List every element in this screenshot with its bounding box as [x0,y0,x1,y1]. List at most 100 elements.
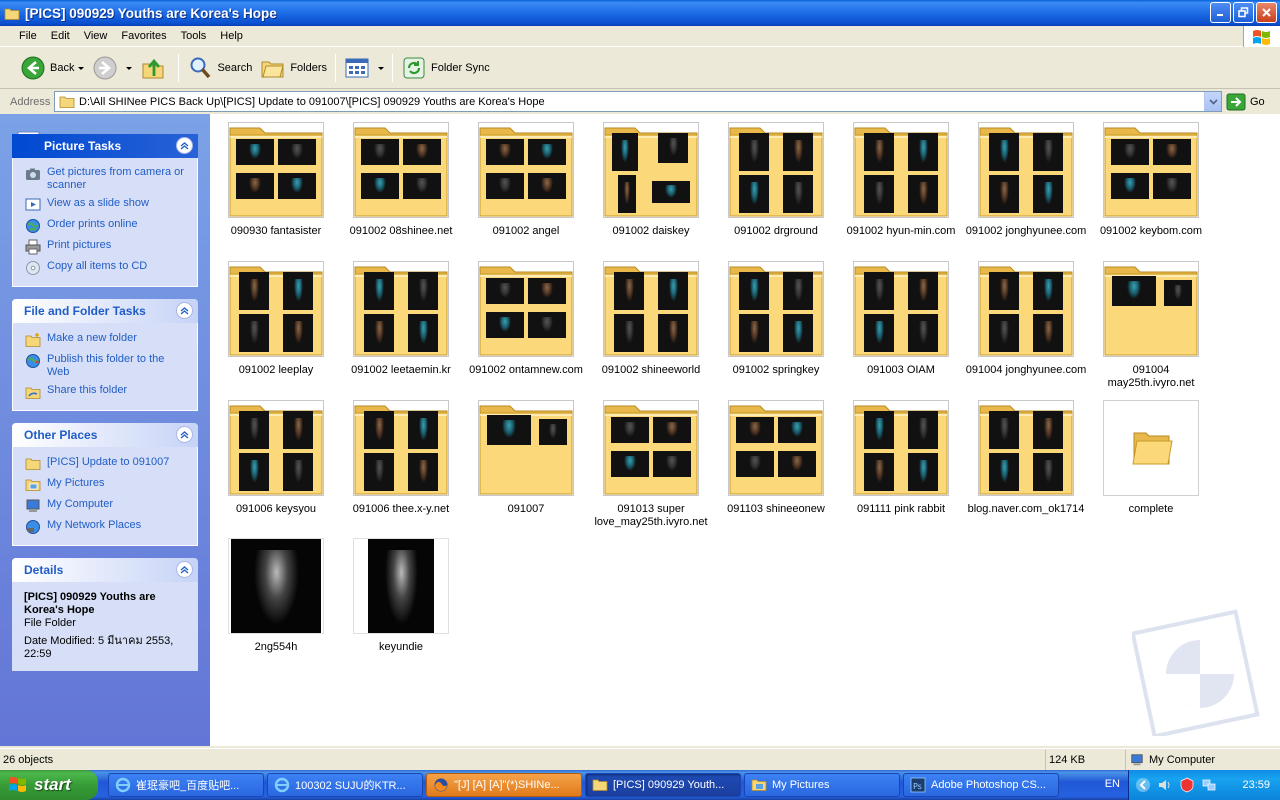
chevron-up-icon[interactable] [176,137,193,154]
folder-thumbnail[interactable]: 091002 jonghyunee.com [964,122,1088,238]
folder-thumbnail[interactable]: 091002 leetaemin.kr [339,261,463,377]
folder-thumbnail[interactable]: 091002 angel [464,122,588,238]
folder-thumbnail[interactable]: 091002 hyun-min.com [839,122,963,238]
picture-tasks-header[interactable]: Picture Tasks [12,134,198,158]
folder-thumbnail[interactable]: 091004 may25th.ivyro.net [1089,261,1213,390]
taskbar-button-label: Adobe Photoshop CS... [931,779,1046,791]
photo-preview [283,272,313,310]
folder-thumbnail[interactable]: 091002 drground [714,122,838,238]
folder-thumbnail[interactable]: 091002 leeplay [214,261,338,377]
printer-icon [25,239,41,255]
title-bar[interactable]: [PICS] 090929 Youths are Korea's Hope [0,0,1280,26]
tray-arrow-icon[interactable] [1135,777,1151,793]
task-copy-to-cd[interactable]: Copy all items to CD [25,260,187,276]
photo-preview [989,314,1019,352]
folder-thumbnail[interactable]: complete [1089,400,1213,516]
task-publish-web[interactable]: Publish this folder to the Web [25,353,187,379]
folder-thumbnail[interactable]: 091002 shineeworld [589,261,713,377]
folder-sync-button[interactable]: Folder Sync [397,52,494,84]
photo-preview [1153,173,1191,199]
photo-preview [239,453,269,491]
image-thumbnail[interactable]: 2ng554h [214,538,338,654]
up-button[interactable] [136,52,174,84]
taskbar-button[interactable]: "[J] [A] [A]"(*)SHINe... [426,773,582,797]
task-get-pictures[interactable]: Get pictures from camera or scanner [25,166,187,192]
start-button[interactable]: start [0,770,98,800]
file-list-view[interactable]: 090930 fantasister 091002 08shinee.net 091… [210,114,1280,746]
folder-thumbnail[interactable]: 091111 pink rabbit [839,400,963,516]
forward-button[interactable] [88,52,136,84]
photo-preview [1033,314,1063,352]
other-places-header[interactable]: Other Places [12,423,198,447]
close-button[interactable] [1256,2,1277,23]
back-button[interactable]: Back [16,52,88,84]
menu-edit[interactable]: Edit [44,28,77,44]
taskbar-button[interactable]: My Pictures [744,773,900,797]
file-folder-tasks-header[interactable]: File and Folder Tasks [12,299,198,323]
task-new-folder[interactable]: Make a new folder [25,332,187,348]
item-label: 090930 fantasister [230,225,322,237]
menu-favorites[interactable]: Favorites [114,28,173,44]
restore-button[interactable] [1233,2,1254,23]
folder-thumbnail[interactable]: 091006 thee.x-y.net [339,400,463,516]
folder-thumbnail[interactable]: 091002 springkey [714,261,838,377]
system-tray: 23:59 [1128,770,1280,800]
language-indicator[interactable]: EN [1105,778,1120,790]
folder-thumbnail[interactable]: 091004 jonghyunee.com [964,261,1088,377]
item-label: 091002 jonghyunee.com [965,225,1087,237]
taskbar-button[interactable]: [PICS] 090929 Youth... [585,773,741,797]
forward-dropdown-icon[interactable] [126,66,133,70]
network-tray-icon[interactable] [1201,777,1217,793]
task-slide-show[interactable]: View as a slide show [25,197,187,213]
item-label: 091004 jonghyunee.com [965,364,1087,376]
folder-thumbnail[interactable]: 090930 fantasister [214,122,338,238]
folder-thumbnail[interactable]: 091002 daiskey [589,122,713,238]
search-button[interactable]: Search [183,52,256,84]
task-share-folder[interactable]: Share this folder [25,384,187,400]
thumbnail-frame [978,122,1074,218]
address-input[interactable]: D:\All SHINee PICS Back Up\[PICS] Update… [54,91,1222,112]
folder-thumbnail[interactable]: 091003 OIAM [839,261,963,377]
toolbar-separator [335,54,337,82]
folder-thumbnail[interactable]: 091007 [464,400,588,516]
menu-view[interactable]: View [77,28,115,44]
folder-thumbnail[interactable]: 091103 shineeonew [714,400,838,516]
back-dropdown-icon[interactable] [78,66,85,70]
task-order-prints[interactable]: Order prints online [25,218,187,234]
task-print-pictures[interactable]: Print pictures [25,239,187,255]
folder-thumbnail[interactable]: 091002 keybom.com [1089,122,1213,238]
image-thumbnail[interactable]: keyundie [339,538,463,654]
photo-preview [908,133,938,171]
menu-file[interactable]: File [12,28,44,44]
minimize-button[interactable] [1210,2,1231,23]
folder-thumbnail[interactable]: 091006 keysyou [214,400,338,516]
new-folder-icon [25,333,41,347]
menu-help[interactable]: Help [213,28,250,44]
security-icon[interactable] [1179,777,1195,793]
photo-preview [614,314,644,352]
volume-icon[interactable] [1157,777,1173,793]
chevron-up-icon[interactable] [176,302,193,319]
address-dropdown-button[interactable] [1204,92,1221,111]
place-parent-folder[interactable]: [PICS] Update to 091007 [25,456,187,472]
taskbar-button[interactable]: 100302 SUJU的KTR... [267,773,423,797]
place-network[interactable]: My Network Places [25,519,187,535]
views-dropdown-icon[interactable] [378,66,385,70]
menu-tools[interactable]: Tools [174,28,214,44]
taskbar-button[interactable]: Ps Adobe Photoshop CS... [903,773,1059,797]
place-my-computer[interactable]: My Computer [25,498,187,514]
folder-thumbnail[interactable]: 091013 super love_may25th.ivyro.net [589,400,713,529]
place-my-pictures[interactable]: My Pictures [25,477,187,493]
taskbar-button[interactable]: 崔珉豪吧_百度贴吧... [108,773,264,797]
folder-thumbnail[interactable]: 091002 08shinee.net [339,122,463,238]
chevron-up-icon[interactable] [176,561,193,578]
go-button[interactable]: Go [1226,91,1265,112]
details-header[interactable]: Details [12,558,198,582]
chevron-up-icon[interactable] [176,426,193,443]
clock[interactable]: 23:59 [1242,779,1270,791]
folder-thumbnail[interactable]: 091002 ontamnew.com [464,261,588,377]
folder-thumbnail[interactable]: blog.naver.com_ok1714 [964,400,1088,516]
folders-button[interactable]: Folders [256,52,331,84]
photo-preview [864,133,894,171]
views-button[interactable] [340,52,388,84]
